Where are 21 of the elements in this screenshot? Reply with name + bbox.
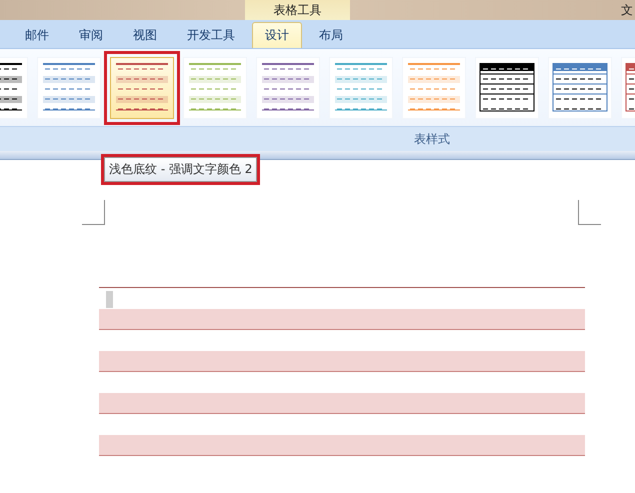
tooltip: 浅色底纹 - 强调文字颜色 2 — [104, 157, 258, 182]
table-style-icon — [406, 63, 462, 112]
margin-corner-mark — [82, 200, 105, 225]
table-style-icon — [479, 63, 535, 112]
table-style-icon — [260, 63, 316, 112]
text-cursor — [106, 291, 113, 308]
context-title: 表格工具 — [245, 0, 350, 20]
window-title: 文 — [621, 2, 633, 18]
table-style-icon — [41, 63, 97, 112]
table-style-icon — [333, 63, 389, 112]
margin-corner-mark — [578, 200, 601, 225]
ribbon-tab[interactable]: 设计 — [252, 22, 302, 48]
table-style-icon — [187, 63, 243, 112]
table-style-icon — [114, 63, 170, 112]
ribbon-tab[interactable]: 开发工具 — [174, 22, 248, 48]
ribbon-tab[interactable]: 邮件 — [12, 22, 62, 48]
group-label: 表样式 — [414, 130, 450, 148]
ribbon-tab[interactable]: 审阅 — [66, 22, 116, 48]
ribbon-tab[interactable]: 布局 — [306, 22, 356, 48]
table-style-icon — [552, 63, 608, 112]
ribbon-tab[interactable]: 视图 — [120, 22, 170, 48]
